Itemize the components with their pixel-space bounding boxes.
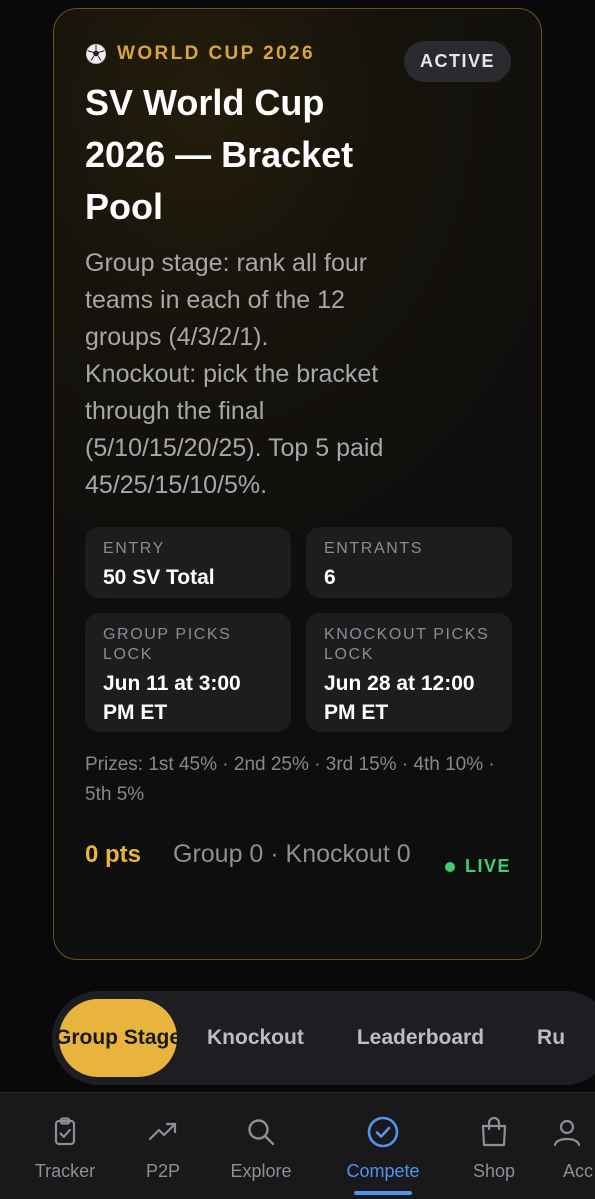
nav-label: Tracker xyxy=(34,1161,96,1181)
pool-title: SV World Cup 2026 — Bracket Pool xyxy=(85,82,354,227)
pool-tabs: Group Stage Knockout Leaderboard Ru xyxy=(52,991,595,1085)
score-row: 0 pts Group 0 · Knockout 0 LIVE xyxy=(85,836,511,916)
stat-label: KNOCKOUT PICKS LOCK xyxy=(324,626,490,663)
nav-compete[interactable]: Compete xyxy=(328,1093,438,1199)
pool-card: WORLD CUP 2026 ACTIVE SV World Cup 2026 … xyxy=(53,8,542,960)
stat-label: GROUP PICKS LOCK xyxy=(103,626,232,663)
search-icon xyxy=(248,1119,275,1146)
live-indicator: LIVE xyxy=(444,856,511,877)
stat-group-picks-lock: GROUP PICKS LOCK Jun 11 at 3:00 PM ET xyxy=(85,613,291,732)
stat-value: Jun 11 at 3:00 PM ET xyxy=(103,672,241,724)
clipboard-check-icon xyxy=(54,1117,76,1146)
total-points: 0 pts xyxy=(85,841,142,868)
stat-entrants: ENTRANTS 6 xyxy=(306,527,512,598)
soccer-ball-icon xyxy=(85,43,107,65)
pool-eyebrow-text: WORLD CUP 2026 xyxy=(117,43,315,64)
nav-account[interactable]: Acc xyxy=(530,1093,595,1199)
stat-value: Jun 28 at 12:00 PM ET xyxy=(324,672,475,724)
tab-knockout[interactable]: Knockout xyxy=(207,1026,304,1050)
prize-breakdown: Prizes: 1st 45% · 2nd 25% · 3rd 15% · 4t… xyxy=(85,754,495,805)
nav-label: Acc xyxy=(563,1161,594,1181)
stat-knockout-picks-lock: KNOCKOUT PICKS LOCK Jun 28 at 12:00 PM E… xyxy=(306,613,512,732)
bottom-nav: Tracker P2P Explore Compete Shop Acc xyxy=(0,1092,595,1199)
stat-value: 6 xyxy=(324,566,336,589)
nav-label: Compete xyxy=(346,1161,420,1181)
shopping-bag-icon xyxy=(481,1116,507,1147)
tab-group-stage[interactable]: Group Stage xyxy=(55,999,181,1077)
nav-label: Shop xyxy=(472,1161,516,1181)
live-label: LIVE xyxy=(464,856,511,876)
nav-explore[interactable]: Explore xyxy=(206,1093,316,1199)
check-circle-icon xyxy=(367,1116,399,1148)
nav-p2p[interactable]: P2P xyxy=(108,1093,218,1199)
nav-tracker[interactable]: Tracker xyxy=(10,1093,120,1199)
nav-label: P2P xyxy=(145,1161,181,1181)
tab-leaderboard[interactable]: Leaderboard xyxy=(357,1026,484,1050)
stat-label: ENTRY xyxy=(103,540,165,557)
pool-stats: ENTRY 50 SV Total ENTRANTS 6 GROUP PICKS… xyxy=(85,527,512,732)
stat-label: ENTRANTS xyxy=(324,540,424,557)
nav-label: Explore xyxy=(230,1161,292,1181)
active-tab-indicator xyxy=(354,1191,412,1195)
stat-value: 50 SV Total xyxy=(103,566,215,589)
compete-screen: WORLD CUP 2026 ACTIVE SV World Cup 2026 … xyxy=(0,0,595,1199)
status-badge: ACTIVE xyxy=(403,41,511,82)
live-dot-icon xyxy=(444,861,455,872)
account-icon xyxy=(553,1119,581,1147)
tab-rules[interactable]: Ru xyxy=(537,1026,565,1050)
points-breakdown: Group 0 · Knockout 0 xyxy=(173,840,411,868)
pool-description: Group stage: rank all four teams in each… xyxy=(85,249,384,499)
stat-entry: ENTRY 50 SV Total xyxy=(85,527,291,598)
trending-up-icon xyxy=(148,1122,177,1141)
